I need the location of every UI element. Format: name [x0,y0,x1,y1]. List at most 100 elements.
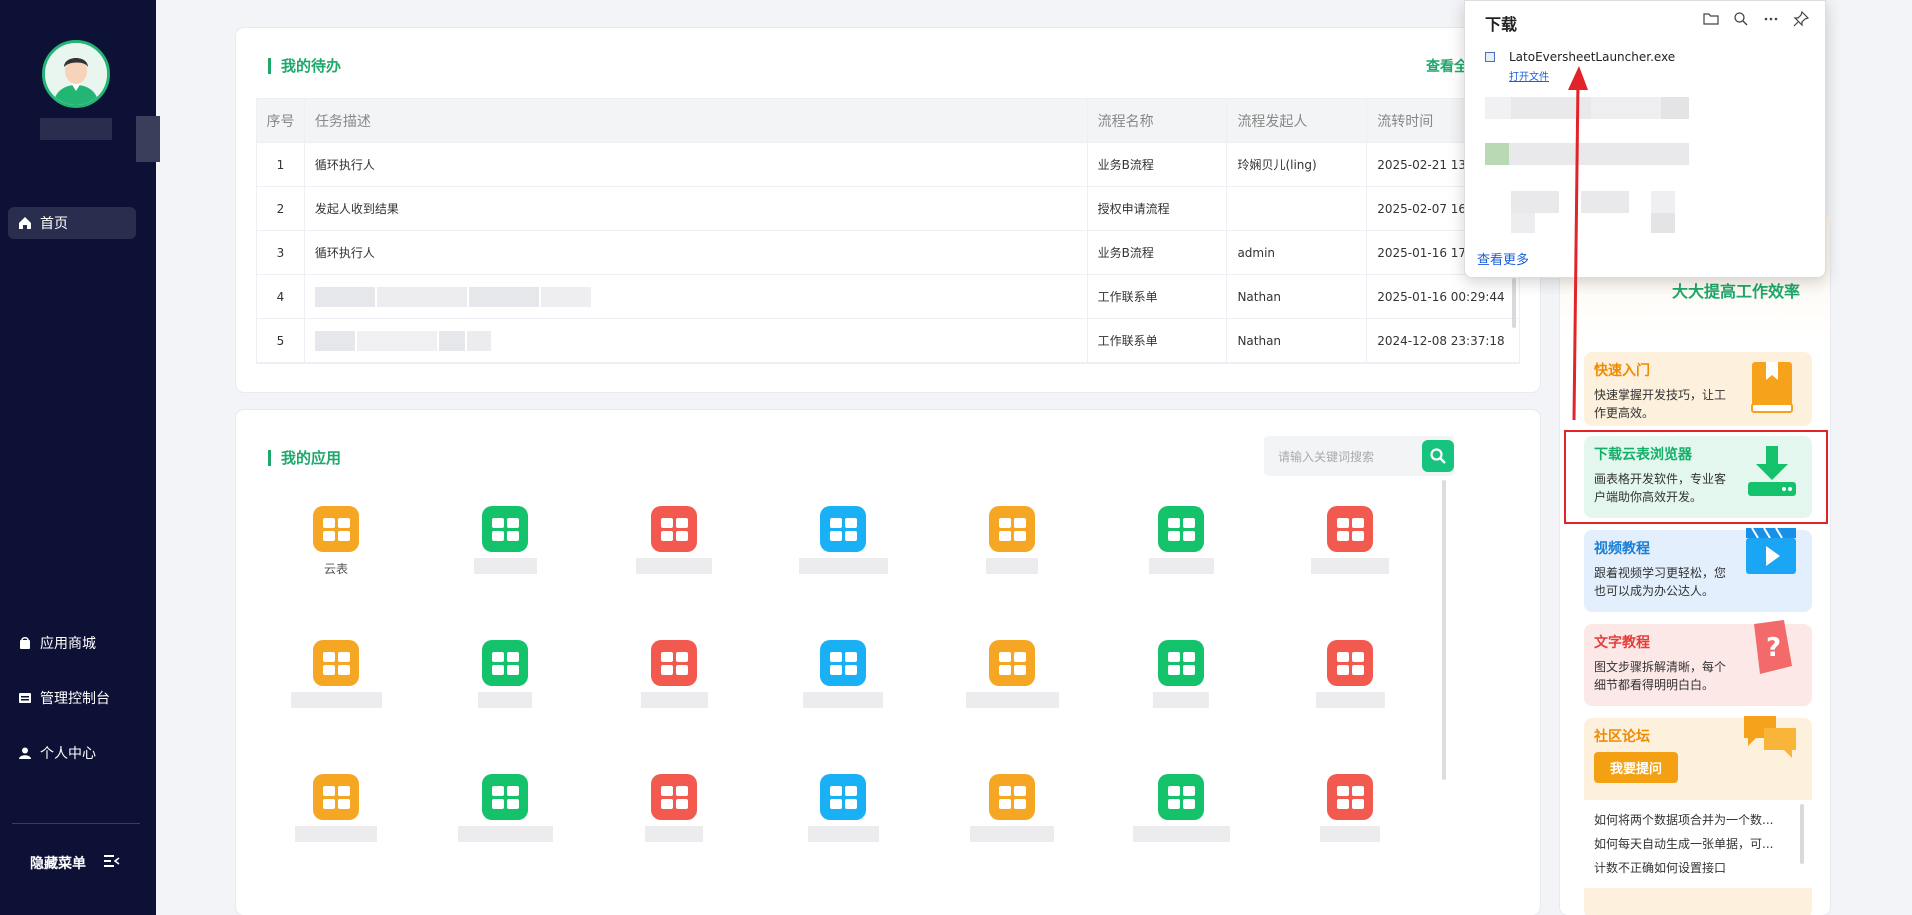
app-grid-icon [1158,640,1204,686]
app-tile[interactable] [783,774,903,842]
forum-list: 如何将两个数据项合并为一个数... 如何每天自动生成一张单据，可... 计数不正… [1584,800,1812,888]
sidebar-item-home[interactable]: 首页 [8,207,136,239]
app-grid-icon [1158,774,1204,820]
apps-card: 我的应用 请输入关键词搜索 云表 [236,410,1540,915]
app-grid-icon [1327,774,1373,820]
home-icon [18,216,32,230]
community-forum-card: 社区论坛 我要提问 如何将两个数据项合并为一个数... 如何每天自动生成一张单据… [1584,716,1812,915]
app-tile[interactable] [783,640,903,708]
flow-initiator: Nathan [1227,319,1368,362]
apps-scrollbar[interactable] [1442,480,1446,780]
chat-bubbles-icon [1742,712,1798,764]
forum-scrollbar[interactable] [1800,804,1804,864]
column-header: 流程发起人 [1227,99,1368,142]
app-tile[interactable] [276,774,396,842]
sidebar-item-store[interactable]: 应用商城 [8,627,136,659]
app-tile[interactable] [1121,640,1241,708]
hide-menu-button[interactable]: 隐藏菜单 [30,853,120,873]
search-button[interactable] [1422,440,1454,472]
app-tile[interactable] [614,640,734,708]
app-grid-icon [651,640,697,686]
avatar[interactable] [42,40,110,108]
app-grid-icon [651,506,697,552]
app-grid-icon [989,640,1035,686]
forum-item[interactable]: 如何将两个数据项合并为一个数... [1594,808,1802,832]
todo-table: 序号 任务描述 流程名称 流程发起人 流转时间 1 循环执行人 业务B流程 玲娴… [256,98,1520,364]
sidebar-item-console[interactable]: 管理控制台 [8,682,136,714]
download-toolbar [1703,10,1810,31]
forum-item[interactable]: 如何每天自动生成一张单据，可... [1594,832,1802,856]
table-row[interactable]: 5 工作联系单 Nathan 2024-12-08 23:37:18 [257,319,1519,363]
app-grid-icon [482,506,528,552]
table-scrollbar[interactable] [1512,278,1516,328]
folder-icon[interactable] [1703,11,1719,31]
sidebar-divider [12,823,140,824]
app-label-blurred [1132,826,1230,842]
forum-item[interactable]: 计数不正确如何设置接口 [1594,856,1802,880]
text-tutorial-card[interactable]: 文字教程 图文步骤拆解清晰，每个细节都看得明明白白。 ? [1584,620,1812,706]
app-tile[interactable] [952,774,1072,842]
task-description: 循环执行人 [305,143,1088,186]
app-tile[interactable] [1290,640,1410,708]
app-grid-icon [820,640,866,686]
column-header: 流程名称 [1088,99,1228,142]
question-doc-icon: ? [1748,618,1798,682]
todo-title: 我的待办 [268,58,341,74]
view-more-link[interactable]: 查看更多 [1477,249,1529,268]
ask-question-button[interactable]: 我要提问 [1594,752,1679,783]
pin-icon[interactable] [1793,10,1810,31]
app-tile[interactable]: 云表 [276,506,396,576]
app-label-blurred [1315,692,1385,708]
app-tile[interactable] [1121,506,1241,574]
app-label-blurred [965,692,1059,708]
app-tile[interactable] [783,506,903,574]
open-file-link[interactable]: 打开文件 [1509,68,1549,83]
app-tile[interactable] [614,506,734,574]
app-grid-icon [651,774,697,820]
row-number: 5 [257,319,305,362]
user-icon [18,746,32,760]
app-tile[interactable] [952,506,1072,574]
app-label-blurred [640,692,708,708]
app-tile[interactable] [1121,774,1241,842]
transfer-time: 2024-12-08 23:37:18 [1377,333,1505,348]
app-label-blurred [636,558,712,574]
column-header: 序号 [257,99,305,142]
table-row[interactable]: 2 发起人收到结果 授权申请流程 2025-02-07 16 [257,187,1519,231]
download-title: 下载 [1485,15,1518,34]
flow-name: 工作联系单 [1088,275,1228,318]
app-tile[interactable] [952,640,1072,708]
app-label-blurred [1311,558,1389,574]
view-all-link[interactable]: 查看全 [1426,56,1468,76]
table-row[interactable]: 4 工作联系单 Nathan 2025-01-16 00:29:44 [257,275,1519,319]
app-label-blurred [478,692,532,708]
app-label-blurred [295,826,377,842]
svg-text:?: ? [1766,633,1781,663]
video-tutorial-card[interactable]: 视频教程 跟着视频学习更轻松，您也可以成为办公达人。 [1584,527,1812,612]
search-icon[interactable] [1733,11,1749,31]
flow-name: 工作联系单 [1088,319,1228,362]
username-blur [40,118,112,140]
console-icon [18,691,32,705]
app-tile[interactable] [1290,774,1410,842]
download-file-name[interactable]: LatoEversheetLauncher.exe [1509,50,1675,64]
table-row[interactable]: 3 循环执行人 业务B流程 admin 2025-01-16 17: [257,231,1519,275]
app-tile[interactable] [1290,506,1410,574]
row-number: 3 [257,231,305,274]
card-desc: 跟着视频学习更轻松，您也可以成为办公达人。 [1594,566,1727,598]
row-number: 1 [257,143,305,186]
store-icon [18,636,32,650]
app-tile[interactable] [445,774,565,842]
sidebar-item-profile[interactable]: 个人中心 [8,737,136,769]
app-label-blurred [457,826,553,842]
more-icon[interactable] [1763,11,1779,31]
download-panel: 下载 LatoEversheetLauncher.exe 打开文件 查看更多 [1464,0,1826,278]
app-tile[interactable] [614,774,734,842]
table-row[interactable]: 1 循环执行人 业务B流程 玲娴贝儿(ling) 2025-02-21 13: [257,143,1519,187]
row-number: 2 [257,187,305,230]
app-tile[interactable] [276,640,396,708]
app-tile[interactable] [445,640,565,708]
app-grid-icon [313,774,359,820]
app-tile[interactable] [445,506,565,574]
quick-start-card[interactable]: 快速入门 快速掌握开发技巧，让工作更高效。 [1584,352,1812,426]
